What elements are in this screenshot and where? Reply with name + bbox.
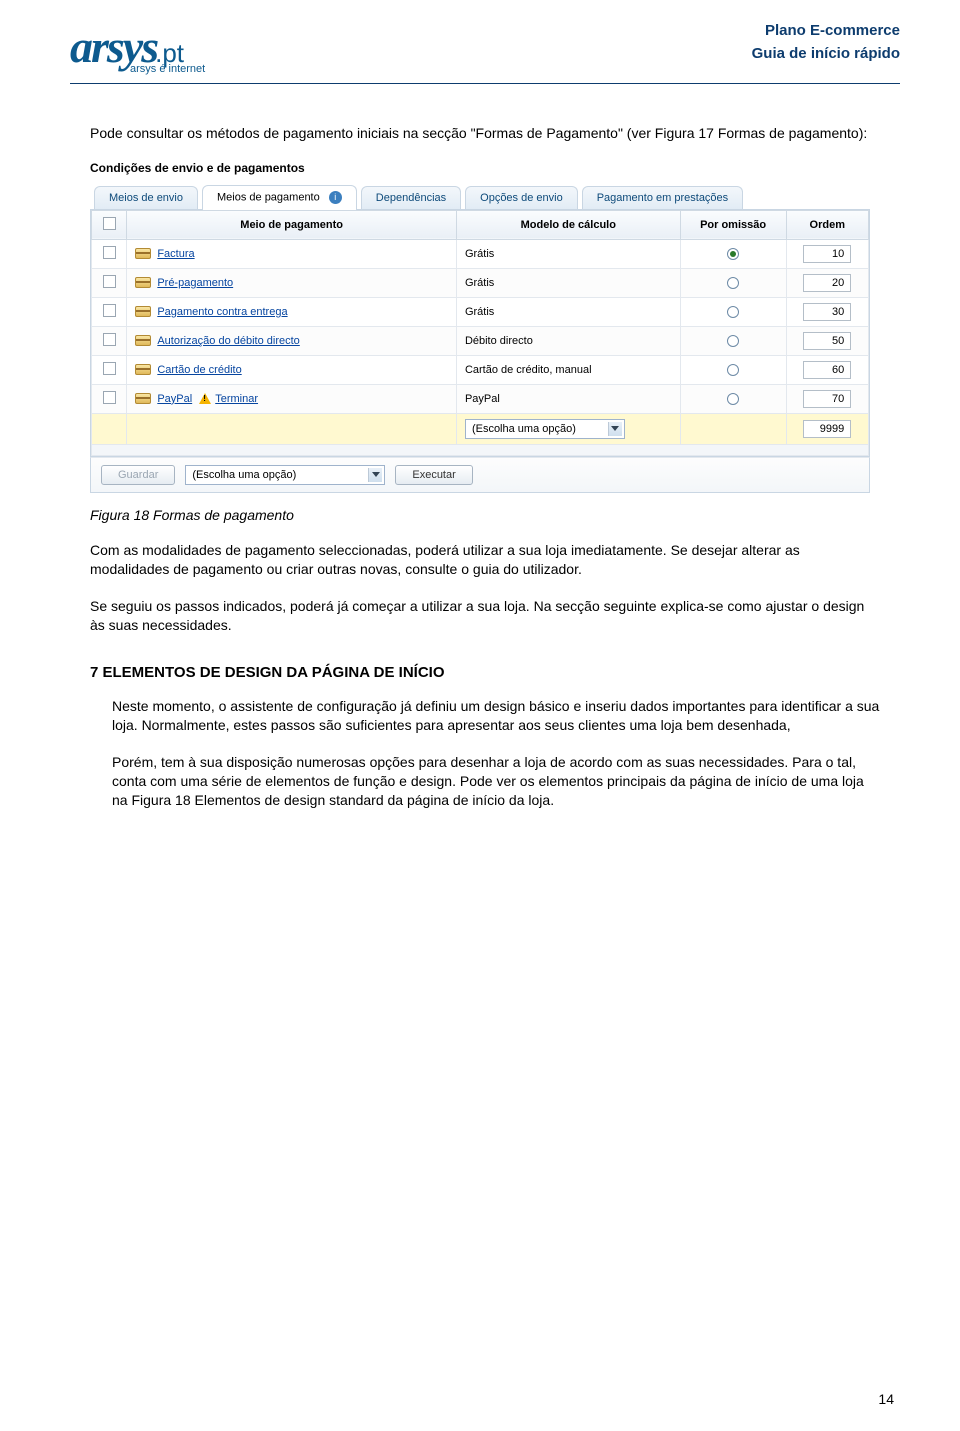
logo-tagline: arsys é internet [70, 63, 205, 75]
table-row: PayPal Terminar PayPal 70 [92, 384, 869, 413]
logo: arsys .pt arsys é internet [70, 20, 205, 75]
col-check[interactable] [92, 210, 127, 239]
payment-icon [135, 306, 151, 317]
chevron-down-icon [368, 468, 382, 482]
payment-table: Meio de pagamento Modelo de cálculo Por … [91, 210, 869, 456]
header-divider [70, 83, 900, 84]
save-button[interactable]: Guardar [101, 465, 175, 485]
order-input[interactable]: 50 [803, 332, 851, 350]
payment-link[interactable]: Autorização do débito directo [157, 335, 299, 347]
col-omissao: Por omissão [680, 210, 786, 239]
payment-icon [135, 248, 151, 259]
order-input[interactable]: 9999 [803, 420, 851, 438]
figure-panel: Condições de envio e de pagamentos Meios… [90, 161, 870, 493]
tab-meios-envio[interactable]: Meios de envio [94, 186, 198, 209]
row-checkbox[interactable] [103, 304, 116, 317]
add-row-select[interactable]: (Escolha uma opção) [465, 419, 625, 439]
payment-link[interactable]: Cartão de crédito [157, 364, 241, 376]
modelo-cell: Cartão de crédito, manual [456, 355, 680, 384]
row-checkbox[interactable] [103, 275, 116, 288]
tab-label: Pagamento em prestações [597, 192, 728, 204]
row-checkbox[interactable] [103, 391, 116, 404]
payment-link[interactable]: Pré-pagamento [157, 277, 233, 289]
after-fig-para2: Se seguiu os passos indicados, poderá já… [90, 597, 880, 635]
tab-label: Opções de envio [480, 192, 563, 204]
tab-opcoes-envio[interactable]: Opções de envio [465, 186, 578, 209]
chevron-down-icon [608, 422, 622, 436]
add-row: (Escolha uma opção) 9999 [92, 413, 869, 444]
info-icon[interactable]: i [329, 191, 342, 204]
select-value: (Escolha uma opção) [192, 469, 296, 481]
default-radio[interactable] [727, 306, 739, 318]
tab-bar: Meios de envio Meios de pagamento i Depe… [90, 185, 870, 210]
payment-icon [135, 364, 151, 375]
table-row: Autorização do débito directo Débito dire… [92, 326, 869, 355]
warning-icon [199, 393, 211, 404]
payment-icon [135, 335, 151, 346]
payment-link[interactable]: PayPal [157, 393, 192, 405]
select-value: (Escolha uma opção) [472, 423, 576, 435]
col-ordem: Ordem [786, 210, 868, 239]
order-input[interactable]: 20 [803, 274, 851, 292]
tab-meios-pagamento[interactable]: Meios de pagamento i [202, 185, 357, 210]
order-input[interactable]: 30 [803, 303, 851, 321]
default-radio[interactable] [727, 248, 739, 260]
page-number: 14 [878, 1391, 894, 1407]
payment-link[interactable]: Pagamento contra entrega [157, 306, 287, 318]
table-row: Factura Grátis 10 [92, 239, 869, 268]
execute-button[interactable]: Executar [395, 465, 472, 485]
header-checkbox[interactable] [103, 217, 116, 230]
payment-icon [135, 277, 151, 288]
payment-icon [135, 393, 151, 404]
tab-label: Meios de envio [109, 192, 183, 204]
modelo-cell: Grátis [456, 297, 680, 326]
order-input[interactable]: 10 [803, 245, 851, 263]
figure-caption: Figura 18 Formas de pagamento [90, 507, 880, 523]
col-meio: Meio de pagamento [127, 210, 457, 239]
row-checkbox[interactable] [103, 333, 116, 346]
panel-title: Condições de envio e de pagamentos [90, 161, 870, 175]
tab-label: Meios de pagamento [217, 191, 320, 203]
table-row: Cartão de crédito Cartão de crédito, manu… [92, 355, 869, 384]
section-para1: Neste momento, o assistente de configura… [112, 697, 880, 735]
modelo-cell: Débito directo [456, 326, 680, 355]
footer-action-select[interactable]: (Escolha uma opção) [185, 465, 385, 485]
payment-link[interactable]: Factura [157, 248, 194, 260]
default-radio[interactable] [727, 393, 739, 405]
default-radio[interactable] [727, 364, 739, 376]
intro-paragraph: Pode consultar os métodos de pagamento i… [90, 124, 880, 143]
col-modelo: Modelo de cálculo [456, 210, 680, 239]
section-heading: 7 ELEMENTOS DE DESIGN DA PÁGINA DE INÍCI… [90, 664, 880, 681]
header-line2: Guia de início rápido [752, 43, 900, 66]
modelo-cell: Grátis [456, 239, 680, 268]
tab-dependencias[interactable]: Dependências [361, 186, 461, 209]
default-radio[interactable] [727, 335, 739, 347]
row-checkbox[interactable] [103, 362, 116, 375]
section-para2: Porém, tem à sua disposição numerosas op… [112, 753, 880, 810]
modelo-cell: Grátis [456, 268, 680, 297]
table-footer-bar: Guardar (Escolha uma opção) Executar [90, 457, 870, 493]
after-fig-para1: Com as modalidades de pagamento seleccio… [90, 541, 880, 579]
table-row: Pagamento contra entrega Grátis 30 [92, 297, 869, 326]
tab-prestacoes[interactable]: Pagamento em prestações [582, 186, 743, 209]
row-checkbox[interactable] [103, 246, 116, 259]
order-input[interactable]: 60 [803, 361, 851, 379]
header-line1: Plano E-commerce [752, 20, 900, 43]
modelo-cell: PayPal [456, 384, 680, 413]
order-input[interactable]: 70 [803, 390, 851, 408]
tab-label: Dependências [376, 192, 446, 204]
default-radio[interactable] [727, 277, 739, 289]
table-row: Pré-pagamento Grátis 20 [92, 268, 869, 297]
warn-link[interactable]: Terminar [215, 393, 258, 405]
